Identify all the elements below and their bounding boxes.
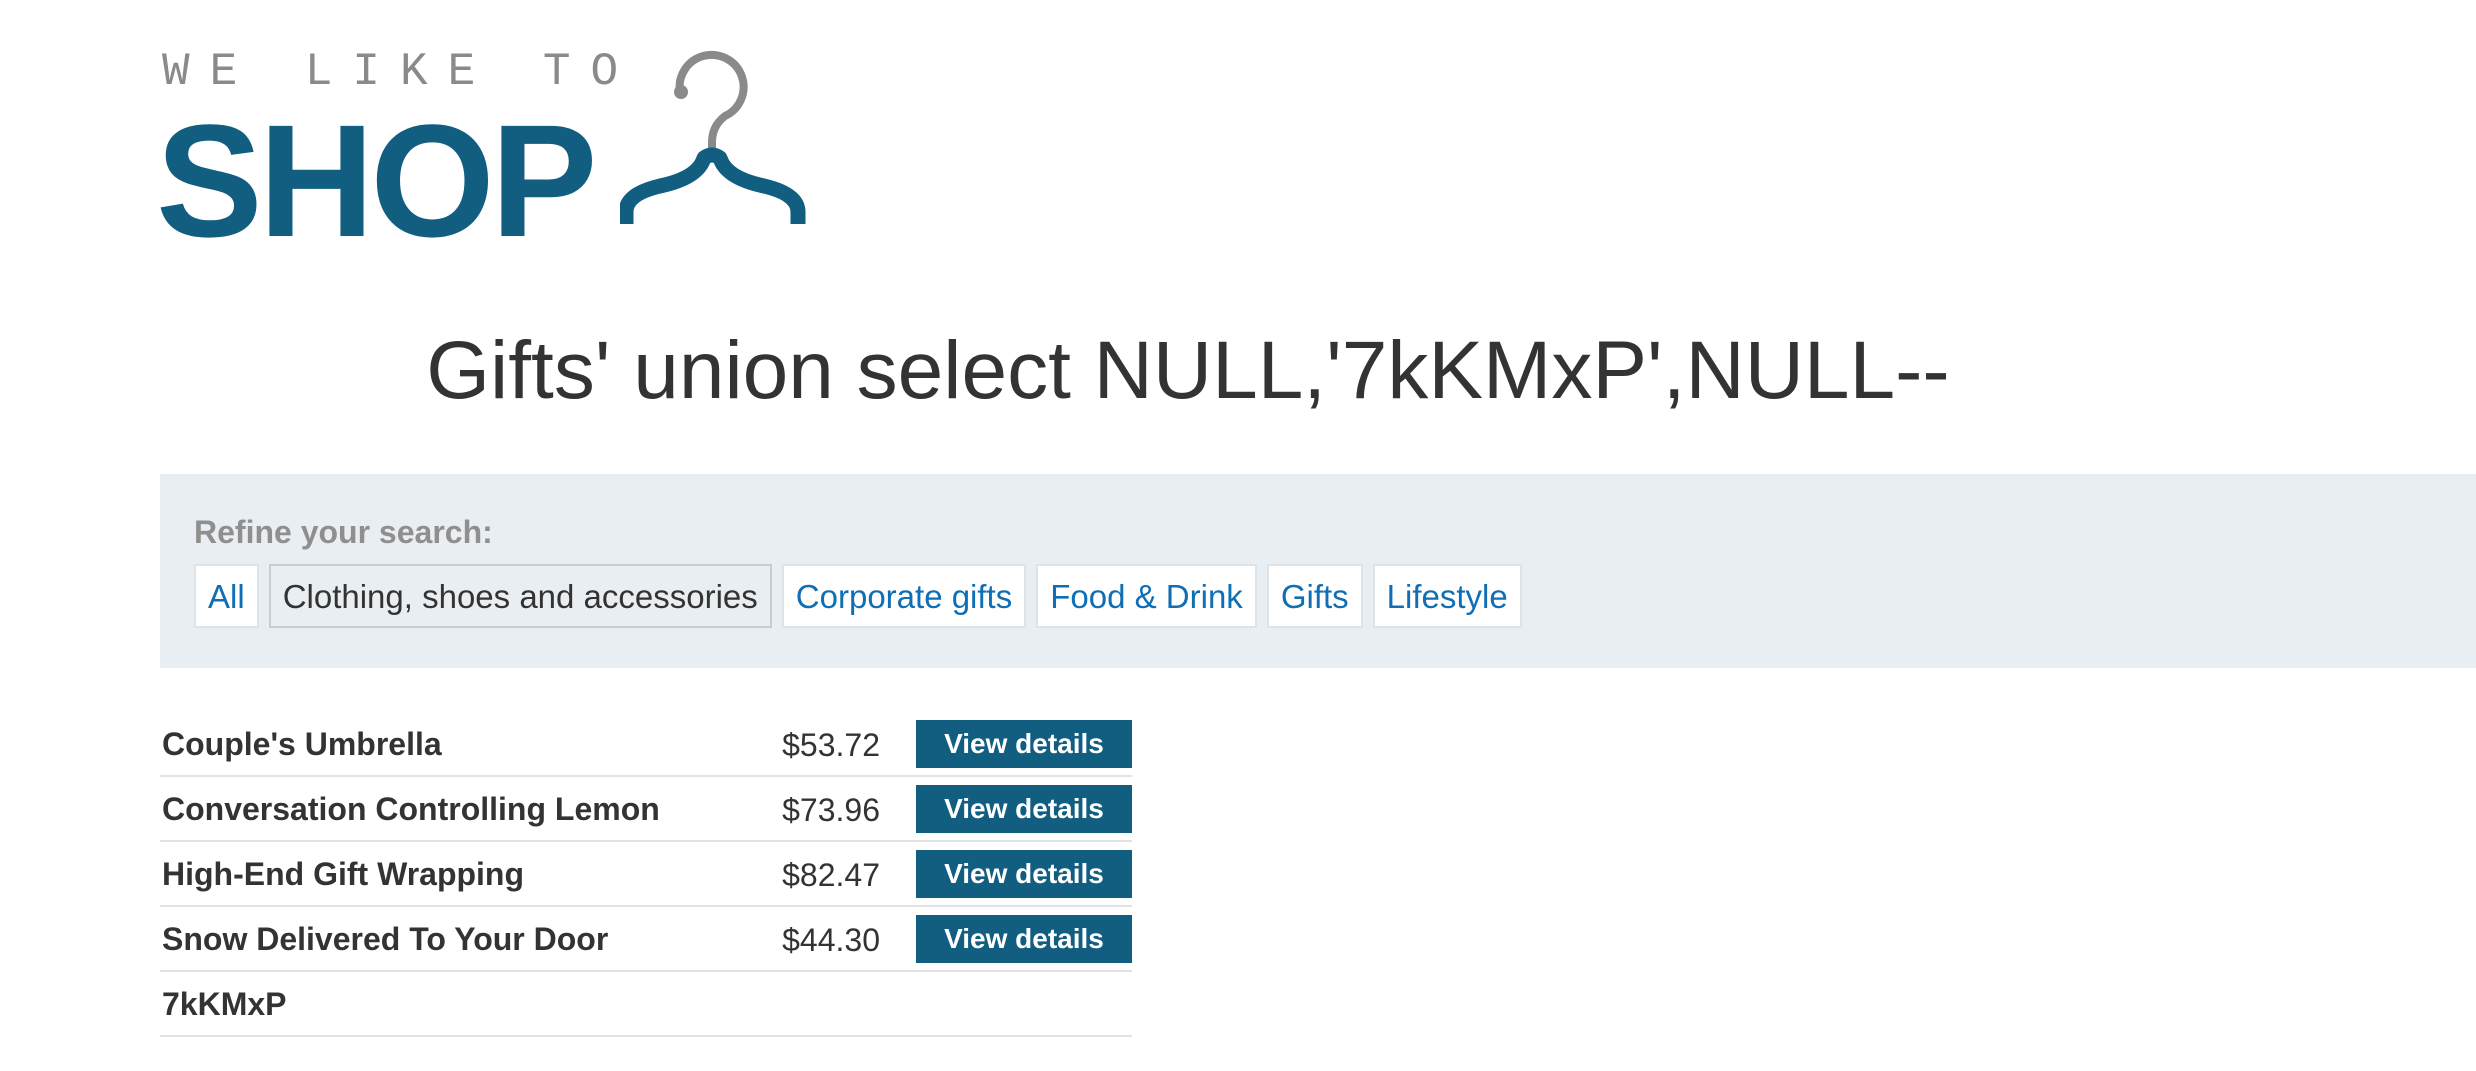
filter-corporate-gifts[interactable]: Corporate gifts	[781, 564, 1027, 628]
filter-clothing[interactable]: Clothing, shoes and accessories	[268, 564, 772, 628]
product-name: Couple's Umbrella	[162, 726, 442, 762]
hanger-icon	[620, 50, 806, 224]
logo-wordmark: SHOP	[156, 91, 597, 270]
view-details-button[interactable]: View details	[916, 850, 1132, 898]
product-table: Couple's Umbrella $53.72 View details Co…	[160, 712, 1132, 1037]
page-title: Gifts' union select NULL,'7kKMxP',NULL--	[426, 325, 1950, 416]
table-row: High-End Gift Wrapping $82.47 View detai…	[160, 842, 1132, 907]
filter-list: All Clothing, shoes and accessories Corp…	[194, 564, 1522, 628]
product-price: $44.30	[782, 922, 880, 958]
view-details-button[interactable]: View details	[916, 915, 1132, 963]
product-price: $53.72	[782, 727, 880, 763]
filter-all[interactable]: All	[194, 564, 259, 628]
product-name: High-End Gift Wrapping	[162, 856, 525, 892]
view-details-button[interactable]: View details	[916, 785, 1132, 833]
table-row: Snow Delivered To Your Door $44.30 View …	[160, 907, 1132, 972]
filter-lifestyle[interactable]: Lifestyle	[1372, 564, 1522, 628]
filter-gifts[interactable]: Gifts	[1266, 564, 1363, 628]
product-name: 7kKMxP	[162, 986, 287, 1022]
view-details-button[interactable]: View details	[916, 720, 1132, 768]
table-row: Conversation Controlling Lemon $73.96 Vi…	[160, 777, 1132, 842]
filter-food-drink[interactable]: Food & Drink	[1036, 564, 1257, 628]
page: WE LIKE TO SHOP Gifts' union select NULL…	[0, 0, 2476, 1071]
filter-panel: Refine your search: All Clothing, shoes …	[160, 474, 2476, 668]
product-name: Snow Delivered To Your Door	[162, 921, 609, 957]
site-logo[interactable]: WE LIKE TO SHOP	[156, 44, 900, 266]
table-row: Couple's Umbrella $53.72 View details	[160, 712, 1132, 777]
product-price: $73.96	[782, 792, 880, 828]
product-price: $82.47	[782, 857, 880, 893]
table-row: 7kKMxP	[160, 972, 1132, 1037]
filter-label: Refine your search:	[194, 514, 493, 550]
product-name: Conversation Controlling Lemon	[162, 791, 660, 827]
